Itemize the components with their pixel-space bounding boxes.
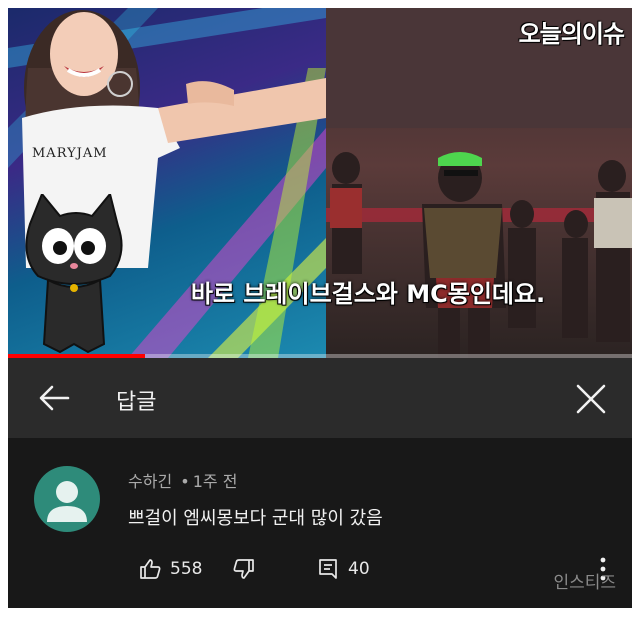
close-icon <box>576 384 606 414</box>
replies-header: 답글 <box>8 358 632 438</box>
reply-icon <box>319 559 337 579</box>
meta-separator: • <box>180 472 190 491</box>
dislike-button[interactable] <box>232 556 256 582</box>
watermark: 인스티즈 <box>553 573 616 593</box>
close-button[interactable] <box>572 380 610 418</box>
back-button[interactable] <box>34 380 78 416</box>
reply-button[interactable]: 40 <box>316 556 370 582</box>
thumb-down-icon <box>233 559 254 579</box>
video-player[interactable]: MARYJAM 오늘의이슈 바로 브레이브걸스와 MC몽인데요. <box>8 8 632 358</box>
shirt-print: MARYJAM <box>32 146 108 161</box>
avatar[interactable] <box>34 466 100 532</box>
comment-meta: 수하긴 • 1주 전 <box>128 468 237 492</box>
thumb-up-icon <box>140 559 161 579</box>
like-count: 558 <box>170 559 203 579</box>
comment-author[interactable]: 수하긴 <box>128 472 172 491</box>
comment-time: 1주 전 <box>192 472 238 491</box>
video-subtitle: 바로 브레이브걸스와 MC몽인데요. <box>190 280 546 308</box>
screenshot-frame: MARYJAM 오늘의이슈 바로 브레이브걸스와 MC몽인데요. 답글 수하긴 … <box>8 8 632 608</box>
cat-sticker <box>25 194 123 354</box>
comment-item: 수하긴 • 1주 전 쁘걸이 엠씨몽보다 군대 많이 갔음 558 40 <box>8 438 632 608</box>
like-button[interactable]: 558 <box>138 556 202 582</box>
default-avatar-icon <box>47 481 87 522</box>
arrow-left-icon <box>39 385 70 411</box>
channel-logo: 오늘의이슈 <box>518 20 625 48</box>
reply-count: 40 <box>348 559 370 579</box>
page-title: 답글 <box>116 390 157 415</box>
comment-text: 쁘걸이 엠씨몽보다 군대 많이 갔음 <box>128 508 383 529</box>
